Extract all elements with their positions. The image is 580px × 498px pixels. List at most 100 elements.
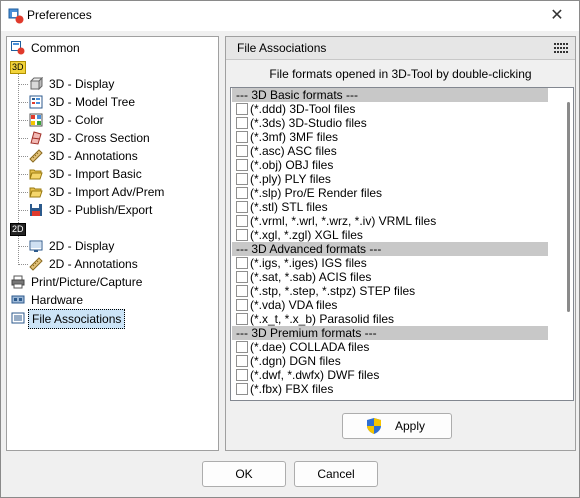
format-item[interactable]: (*.stl) STL files <box>232 200 548 214</box>
format-item[interactable]: (*.dgn) DGN files <box>232 354 548 368</box>
preferences-tree[interactable]: Common 3D 3D - Display 3D - Model Tree 3D … <box>6 36 219 451</box>
printer-icon <box>11 275 25 289</box>
ok-button-label: OK <box>235 467 253 481</box>
tree-group-2d[interactable]: 2D <box>10 219 26 237</box>
tree-item-file-associations[interactable]: File Associations <box>11 309 126 329</box>
format-checkbox[interactable] <box>236 271 248 283</box>
format-item-label: (*.vrml, *.wrl, *.wrz, *.iv) VRML files <box>250 214 437 228</box>
format-item[interactable]: (*.asc) ASC files <box>232 144 548 158</box>
format-group-header: --- 3D Basic formats --- <box>232 88 548 102</box>
tree-connector <box>18 192 28 193</box>
tree-item-label: 3D - Annotations <box>49 149 138 163</box>
tree-item-label: Common <box>31 41 80 55</box>
preferences-window: Preferences ✕ Common 3D 3D - Display 3D -… <box>0 0 580 498</box>
format-item[interactable]: (*.xgl, *.zgl) XGL files <box>232 228 548 242</box>
tree-item-label: 3D - Color <box>49 113 104 127</box>
tree-item-label: 3D - Model Tree <box>49 95 136 109</box>
format-item[interactable]: (*.3mf) 3MF files <box>232 130 548 144</box>
tree-item-label: 3D - Publish/Export <box>49 203 153 217</box>
format-item-label: (*.stl) STL files <box>250 200 328 214</box>
tree-connector <box>18 120 28 121</box>
format-item[interactable]: (*.fbx) FBX files <box>232 382 548 396</box>
format-item-label: (*.slp) Pro/E Render files <box>250 186 383 200</box>
format-item[interactable]: (*.x_t, *.x_b) Parasolid files <box>232 312 548 326</box>
format-checkbox[interactable] <box>236 117 248 129</box>
format-item[interactable]: (*.dae) COLLADA files <box>232 340 548 354</box>
apply-button-label: Apply <box>395 419 426 433</box>
format-item[interactable]: (*.slp) Pro/E Render files <box>232 186 548 200</box>
folder-open-icon <box>29 187 43 198</box>
format-item[interactable]: (*.sat, *.sab) ACIS files <box>232 270 548 284</box>
format-checkbox[interactable] <box>236 299 248 311</box>
tree-item-hardware[interactable]: Hardware <box>11 291 86 309</box>
format-item[interactable]: (*.obj) OBJ files <box>232 158 548 172</box>
format-item-label: (*.igs, *.iges) IGS files <box>250 256 367 270</box>
tree-item-3d-4[interactable]: 3D - Annotations <box>29 147 141 165</box>
ruler-icon <box>29 257 43 271</box>
panel-title: File Associations <box>237 41 327 55</box>
format-item[interactable]: (*.igs, *.iges) IGS files <box>232 256 548 270</box>
format-checkbox[interactable] <box>236 145 248 157</box>
common-settings-icon <box>11 41 25 55</box>
file-format-list[interactable]: --- 3D Basic formats --- (*.ddd) 3D-Tool … <box>230 87 574 401</box>
format-checkbox[interactable] <box>236 285 248 297</box>
format-item[interactable]: (*.dwf, *.dwfx) DWF files <box>232 368 548 382</box>
tree-item-3d-2[interactable]: 3D - Color <box>29 111 107 129</box>
list-scrollbar-thumb[interactable] <box>567 102 570 312</box>
tree-item-3d-6[interactable]: 3D - Import Adv/Prem <box>29 183 167 201</box>
tree-item-3d-3[interactable]: 3D - Cross Section <box>29 129 153 147</box>
format-group-header: --- 3D Premium formats --- <box>232 326 548 340</box>
tree-item-print[interactable]: Print/Picture/Capture <box>11 273 145 291</box>
tree-item-label: 3D - Cross Section <box>49 131 150 145</box>
format-item[interactable]: (*.ddd) 3D-Tool files <box>232 102 548 116</box>
tree-item-label: 2D - Annotations <box>49 257 138 271</box>
format-checkbox[interactable] <box>236 341 248 353</box>
format-checkbox[interactable] <box>236 159 248 171</box>
format-item[interactable]: (*.vda) VDA files <box>232 298 548 312</box>
tree-connector <box>18 235 19 263</box>
2d-badge-icon: 2D <box>10 223 26 236</box>
close-icon: ✕ <box>550 7 564 24</box>
tree-group-3d[interactable]: 3D <box>10 57 26 75</box>
tree-item-2d-0[interactable]: 2D - Display <box>29 237 117 255</box>
format-checkbox[interactable] <box>236 215 248 227</box>
tree-item-label: Print/Picture/Capture <box>31 275 143 289</box>
apply-button[interactable]: Apply <box>342 413 452 439</box>
format-item-label: (*.dae) COLLADA files <box>250 340 370 354</box>
color-grid-icon <box>29 113 43 127</box>
format-item[interactable]: (*.ply) PLY files <box>232 172 548 186</box>
ok-button[interactable]: OK <box>202 461 286 487</box>
tree-item-3d-0[interactable]: 3D - Display <box>29 75 117 93</box>
cancel-button[interactable]: Cancel <box>294 461 378 487</box>
cube-icon <box>29 77 43 91</box>
hardware-chip-icon <box>11 295 25 304</box>
tree-connector <box>18 210 28 211</box>
format-checkbox[interactable] <box>236 173 248 185</box>
format-item[interactable]: (*.3ds) 3D-Studio files <box>232 116 548 130</box>
format-checkbox[interactable] <box>236 355 248 367</box>
format-checkbox[interactable] <box>236 257 248 269</box>
format-item[interactable]: (*.stp, *.step, *.stpz) STEP files <box>232 284 548 298</box>
format-item[interactable]: (*.vrml, *.wrl, *.wrz, *.iv) VRML files <box>232 214 548 228</box>
format-item-label: (*.xgl, *.zgl) XGL files <box>250 228 363 242</box>
format-checkbox[interactable] <box>236 229 248 241</box>
panel-grip-icon[interactable] <box>554 43 570 53</box>
format-group-header: --- 3D Advanced formats --- <box>232 242 548 256</box>
tree-item-label: 3D - Display <box>49 77 115 91</box>
format-checkbox[interactable] <box>236 383 248 395</box>
format-checkbox[interactable] <box>236 131 248 143</box>
tree-item-3d-7[interactable]: 3D - Publish/Export <box>29 201 155 219</box>
format-checkbox[interactable] <box>236 201 248 213</box>
tree-item-2d-1[interactable]: 2D - Annotations <box>29 255 141 273</box>
format-checkbox[interactable] <box>236 369 248 381</box>
tree-item-3d-1[interactable]: 3D - Model Tree <box>29 93 138 111</box>
close-button[interactable]: ✕ <box>545 4 569 28</box>
tree-item-common[interactable]: Common <box>11 39 83 57</box>
format-checkbox[interactable] <box>236 313 248 325</box>
format-checkbox[interactable] <box>236 187 248 199</box>
tree-connector <box>18 102 28 103</box>
tree-item-3d-5[interactable]: 3D - Import Basic <box>29 165 145 183</box>
floppy-disk-icon <box>30 204 42 216</box>
preferences-app-icon <box>8 8 24 24</box>
format-checkbox[interactable] <box>236 103 248 115</box>
